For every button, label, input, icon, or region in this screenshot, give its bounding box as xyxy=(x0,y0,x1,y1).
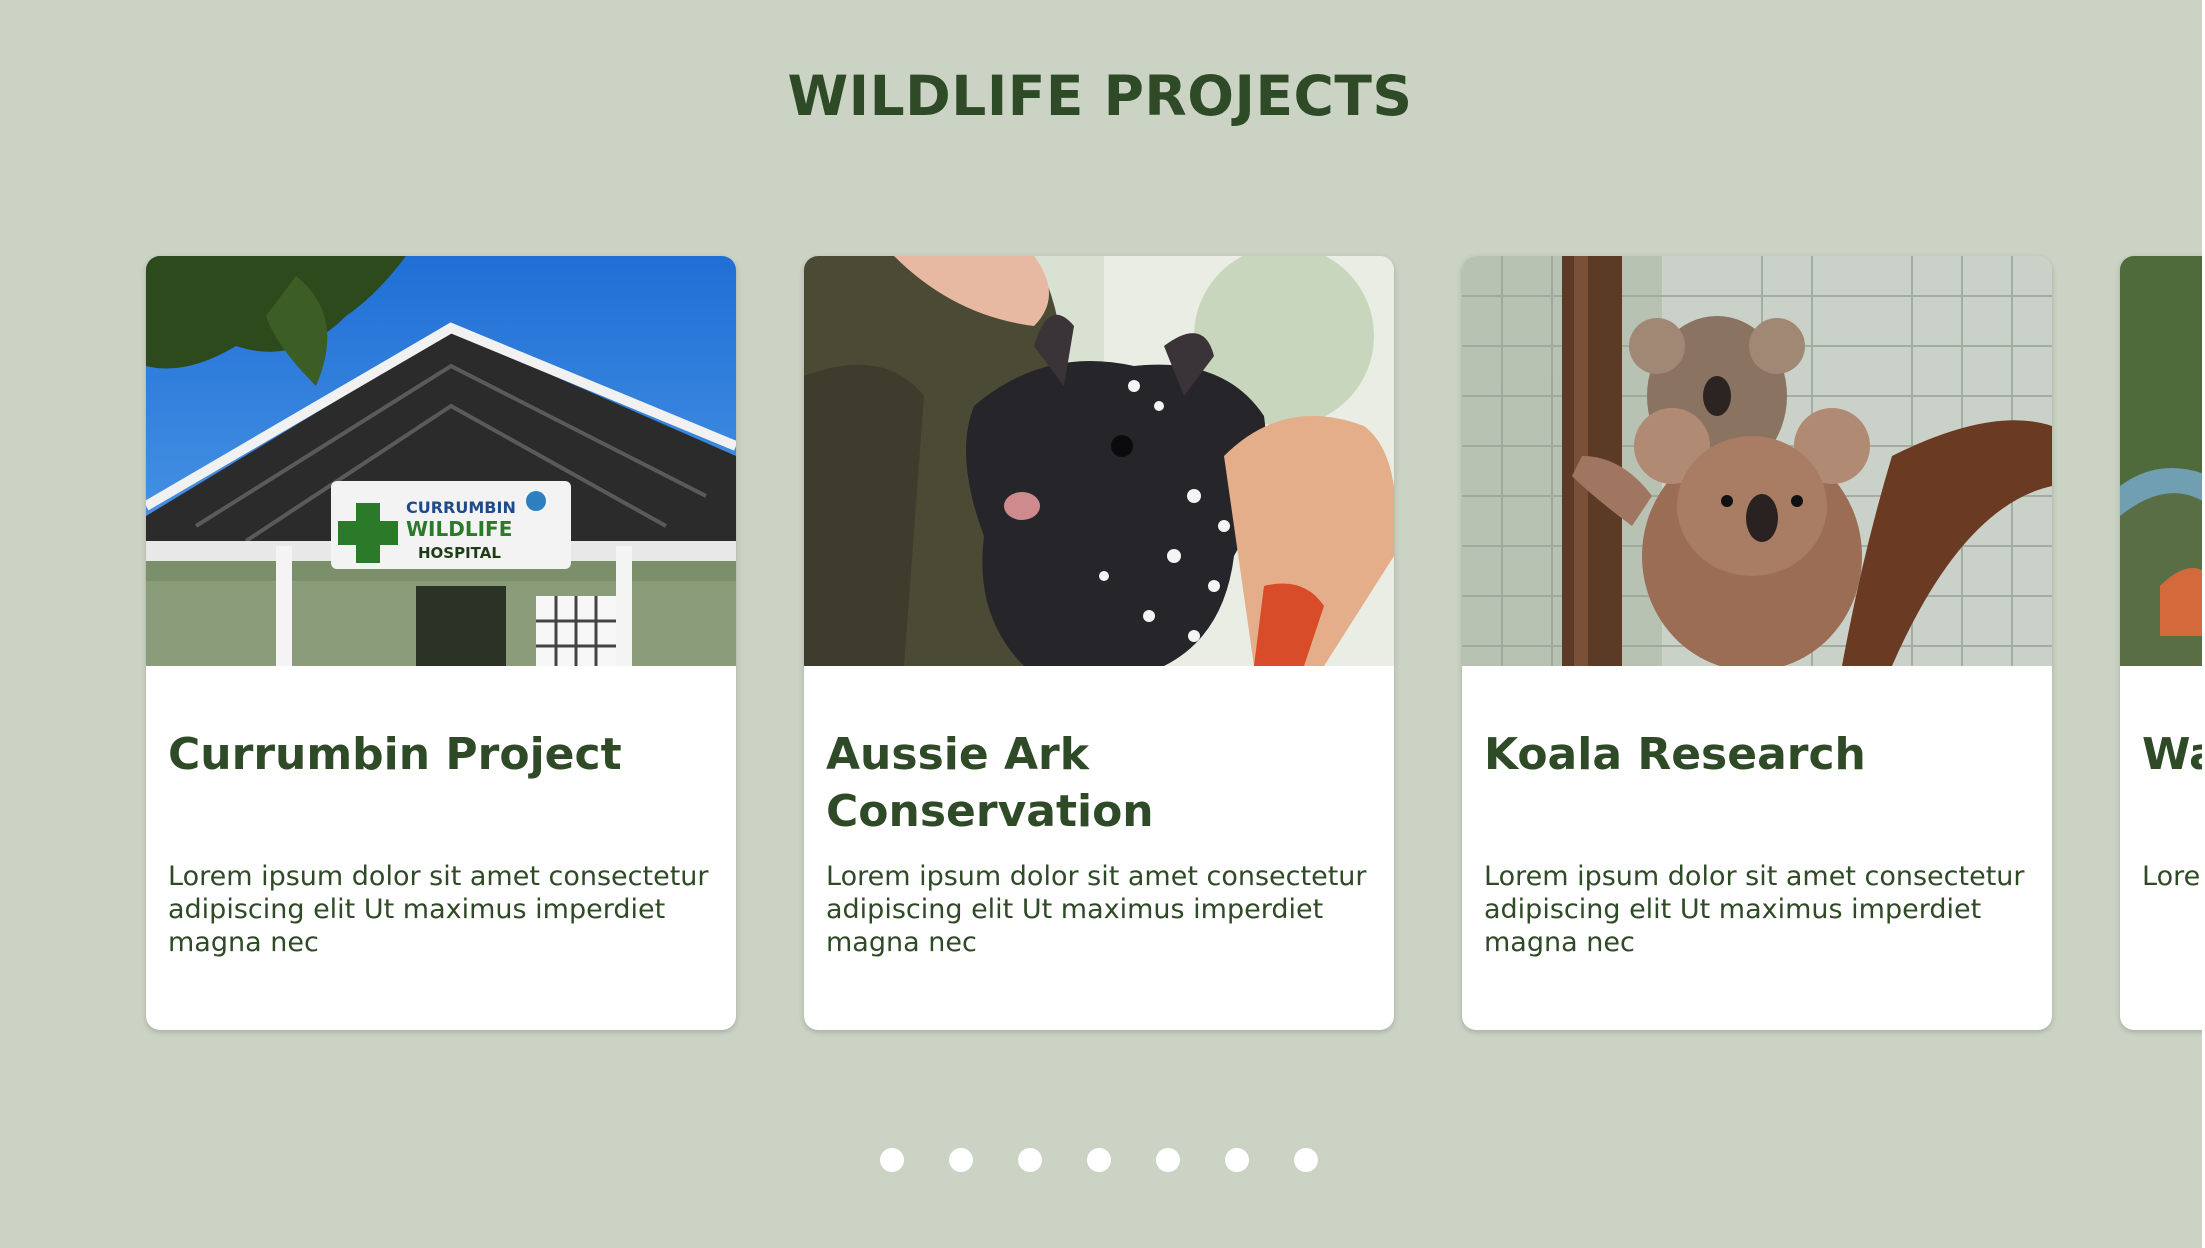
carousel-pagination xyxy=(880,1148,1318,1172)
svg-text:HOSPITAL: HOSPITAL xyxy=(418,544,501,562)
pagination-dot-6[interactable] xyxy=(1225,1148,1249,1172)
card-title: Aussie Ark Conservation xyxy=(826,729,1154,837)
projects-carousel-section: WILDLIFE PROJECTS CURRUMBIN WILDLIFE HOS… xyxy=(0,0,2202,1248)
project-card-koala-research[interactable]: Koala Research Lorem ipsum dolor sit ame… xyxy=(1462,256,2052,1030)
pagination-dot-4[interactable] xyxy=(1087,1148,1111,1172)
pagination-dot-1[interactable] xyxy=(880,1148,904,1172)
card-title: Wa xyxy=(2142,729,2202,780)
svg-text:WILDLIFE: WILDLIFE xyxy=(406,517,512,541)
project-card-currumbin[interactable]: CURRUMBIN WILDLIFE HOSPITAL Currumbin Pr… xyxy=(146,256,736,1030)
card-description: Lorem ipsum dolor sit amet consectetur a… xyxy=(826,861,1367,958)
card-image-koalas xyxy=(1462,256,2052,666)
project-card-aussie-ark[interactable]: Aussie Ark Conservation Lorem ipsum dolo… xyxy=(804,256,1394,1030)
project-card-partial[interactable]: Wa Lore cons max xyxy=(2120,256,2202,1030)
card-description: Lorem ipsum dolor sit amet consectetur a… xyxy=(168,861,709,958)
pagination-dot-7[interactable] xyxy=(1294,1148,1318,1172)
card-image-quoll xyxy=(804,256,1394,666)
card-title: Koala Research xyxy=(1484,729,1866,780)
section-title: WILDLIFE PROJECTS xyxy=(787,64,1413,128)
card-image-partial xyxy=(2120,256,2202,666)
pagination-dot-2[interactable] xyxy=(949,1148,973,1172)
pagination-dot-5[interactable] xyxy=(1156,1148,1180,1172)
card-description: Lore cons max xyxy=(2142,861,2202,892)
pagination-dot-3[interactable] xyxy=(1018,1148,1042,1172)
svg-text:CURRUMBIN: CURRUMBIN xyxy=(406,498,516,517)
card-image-hospital: CURRUMBIN WILDLIFE HOSPITAL xyxy=(146,256,736,666)
card-description: Lorem ipsum dolor sit amet consectetur a… xyxy=(1484,861,2025,958)
card-title: Currumbin Project xyxy=(168,729,622,780)
